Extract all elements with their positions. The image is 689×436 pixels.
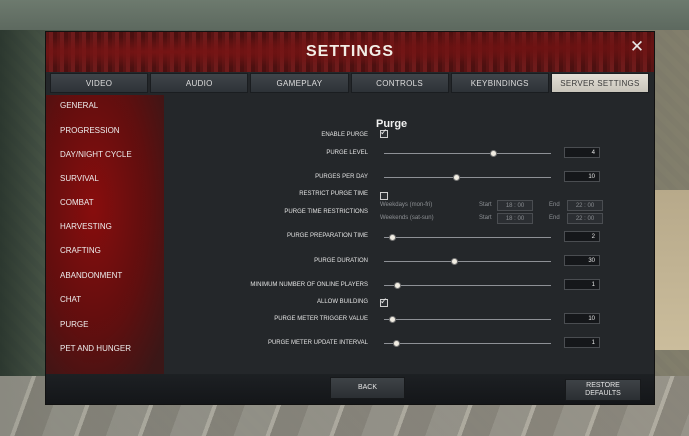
background-top: [0, 0, 689, 30]
trigger-value-value[interactable]: 10: [564, 313, 600, 324]
purge-level-value[interactable]: 4: [564, 147, 600, 158]
tab-keybindings[interactable]: KEYBINDINGS: [450, 73, 549, 93]
weekdays-start-label: Start: [479, 202, 492, 208]
purge-preparation-time-value[interactable]: 2: [564, 231, 600, 242]
sidebar-item-purge[interactable]: PURGE: [60, 320, 88, 329]
slider-thumb[interactable]: [451, 258, 459, 265]
sidebar: GENERAL PROGRESSION DAY/NIGHT CYCLE SURV…: [46, 95, 164, 374]
tab-server-settings[interactable]: SERVER SETTINGS: [550, 73, 650, 93]
sidebar-item-combat[interactable]: COMBAT: [60, 198, 94, 207]
weekends-start-time[interactable]: 18 : 00: [497, 213, 533, 224]
weekends-end-label: End: [549, 215, 560, 221]
restrict-purge-time-label: RESTRICT PURGE TIME: [299, 191, 368, 197]
tab-controls[interactable]: CONTROLS: [350, 73, 449, 93]
slider-thumb[interactable]: [392, 340, 400, 347]
slider-thumb[interactable]: [394, 282, 402, 289]
tab-video[interactable]: VIDEO: [50, 73, 149, 93]
restore-defaults-label-line2: DEFAULTS: [585, 390, 621, 397]
sidebar-item-chat[interactable]: CHAT: [60, 295, 81, 304]
page-title: SETTINGS: [305, 43, 394, 60]
purges-per-day-value[interactable]: 10: [564, 171, 600, 182]
trigger-value-label: PURGE METER TRIGGER VALUE: [274, 316, 368, 322]
weekdays-start-time[interactable]: 18 : 00: [497, 200, 533, 211]
purge-preparation-time-slider[interactable]: [384, 234, 551, 241]
min-online-players-value[interactable]: 1: [564, 279, 600, 290]
restore-defaults-label-line1: RESTORE: [586, 382, 620, 389]
close-icon[interactable]: ✕: [628, 38, 646, 56]
weekends-end-time[interactable]: 22 : 00: [567, 213, 603, 224]
sidebar-item-pet-and-hunger[interactable]: PET AND HUNGER: [60, 344, 131, 353]
update-interval-label: PURGE METER UPDATE INTERVAL: [267, 340, 368, 346]
purge-time-restrictions-label: PURGE TIME RESTRICTIONS: [284, 209, 368, 215]
restrict-purge-time-checkbox[interactable]: [380, 192, 388, 200]
sidebar-item-harvesting[interactable]: HARVESTING: [60, 222, 112, 231]
purge-duration-slider[interactable]: [384, 258, 551, 265]
weekends-start-label: Start: [479, 215, 492, 221]
allow-building-checkbox[interactable]: [380, 296, 388, 307]
update-interval-slider[interactable]: [384, 340, 551, 347]
purge-duration-value[interactable]: 30: [564, 255, 600, 266]
sidebar-item-progression[interactable]: PROGRESSION: [60, 126, 120, 135]
allow-building-label: ALLOW BUILDING: [316, 299, 368, 305]
purge-duration-label: PURGE DURATION: [314, 258, 368, 264]
tab-audio[interactable]: AUDIO: [150, 73, 249, 93]
min-online-players-label: MINIMUM NUMBER OF ONLINE PLAYERS: [250, 282, 368, 288]
sidebar-item-survival[interactable]: SURVIVAL: [60, 174, 99, 183]
update-interval-value[interactable]: 1: [564, 337, 600, 348]
sidebar-item-abandonment[interactable]: ABANDONMENT: [60, 271, 122, 280]
back-button[interactable]: BACK: [330, 377, 405, 399]
slider-thumb[interactable]: [452, 174, 460, 181]
sidebar-item-general[interactable]: GENERAL: [60, 101, 98, 110]
purges-per-day-slider[interactable]: [384, 174, 551, 181]
weekdays-end-time[interactable]: 22 : 00: [567, 200, 603, 211]
trigger-value-slider[interactable]: [384, 316, 551, 323]
tab-gameplay[interactable]: GAMEPLAY: [250, 73, 349, 93]
enable-purge-checkbox[interactable]: [380, 127, 388, 138]
title-bar: SETTINGS ✕: [46, 32, 654, 72]
purges-per-day-label: PURGES PER DAY: [315, 174, 368, 180]
enable-purge-label: ENABLE PURGE: [321, 132, 368, 138]
settings-panel: SETTINGS ✕ VIDEO AUDIO GAMEPLAY CONTROLS…: [45, 31, 655, 405]
purge-level-slider[interactable]: [384, 150, 551, 157]
purge-level-label: PURGE LEVEL: [326, 150, 368, 156]
tab-bar: VIDEO AUDIO GAMEPLAY CONTROLS KEYBINDING…: [50, 73, 650, 93]
weekdays-label: Weekdays (mon-fri): [380, 202, 433, 208]
weekdays-end-label: End: [549, 202, 560, 208]
weekends-label: Weekends (sat-sun): [380, 215, 434, 221]
sidebar-item-day-night-cycle[interactable]: DAY/NIGHT CYCLE: [60, 150, 132, 159]
slider-thumb[interactable]: [489, 150, 497, 157]
restore-defaults-button[interactable]: RESTORE DEFAULTS: [565, 379, 641, 401]
slider-thumb[interactable]: [389, 234, 397, 241]
sidebar-item-crafting[interactable]: CRAFTING: [60, 246, 101, 255]
min-online-players-slider[interactable]: [384, 282, 551, 289]
purge-preparation-time-label: PURGE PREPARATION TIME: [286, 233, 368, 239]
slider-thumb[interactable]: [389, 316, 397, 323]
